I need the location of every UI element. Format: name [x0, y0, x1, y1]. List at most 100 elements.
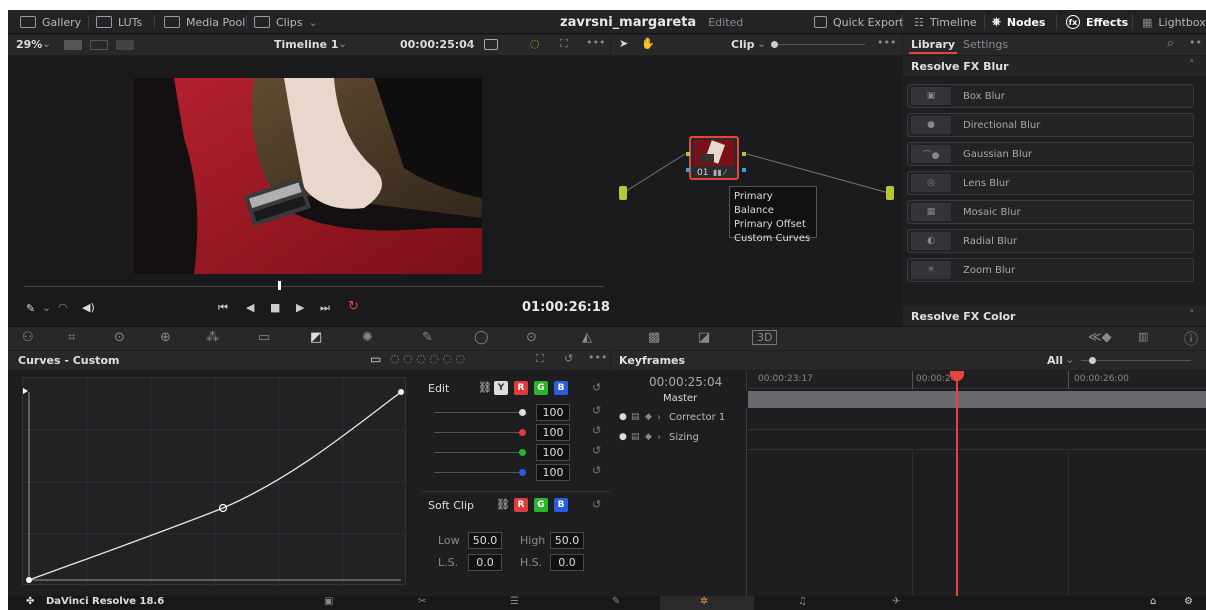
custom-curve-icon[interactable]: ▭ — [370, 352, 381, 366]
corrector-node[interactable]: 01 ▮▮ ⁄ — [689, 136, 739, 180]
node-alpha-out[interactable] — [742, 168, 746, 172]
g-intensity-slider[interactable] — [434, 452, 524, 453]
y-intensity-field[interactable]: 100 — [536, 404, 570, 421]
node-rgb-out[interactable] — [742, 152, 746, 156]
fx-box-blur[interactable]: ▣ Box Blur — [907, 84, 1194, 108]
curve-graph[interactable] — [22, 377, 407, 586]
ls-field[interactable]: 0.0 — [468, 554, 502, 571]
filter-chevron-icon[interactable]: ⌄ — [1065, 353, 1074, 366]
corrector-track[interactable]: ● ▤ ◆ › Corrector 1 — [611, 410, 747, 428]
window-icon[interactable]: ◯ — [474, 330, 489, 345]
fx-gaussian-blur[interactable]: ⌒● Gaussian Blur — [907, 142, 1194, 166]
split-viewer-icon[interactable] — [90, 40, 108, 50]
g-channel-button[interactable]: G — [534, 381, 548, 395]
settings-gear-icon[interactable]: ⚙ — [1184, 596, 1193, 607]
fx-mosaic-blur[interactable]: ▦ Mosaic Blur — [907, 200, 1194, 224]
y-intensity-handle[interactable] — [519, 409, 526, 416]
b-reset-icon[interactable]: ↺ — [592, 464, 601, 477]
tracker-icon[interactable]: ⊙ — [526, 330, 537, 345]
go-to-end-icon[interactable]: ⏭ — [320, 301, 330, 315]
node-input-port[interactable] — [619, 186, 627, 200]
curve-reset-icon[interactable]: ↺ — [564, 352, 573, 365]
deliver-page-icon[interactable]: ✈ — [892, 596, 900, 607]
r-intensity-field[interactable]: 100 — [536, 424, 570, 441]
fusion-page-icon[interactable]: ✎ — [612, 596, 620, 607]
curve-more-icon[interactable]: ••• — [588, 351, 607, 364]
r-intensity-slider[interactable] — [434, 432, 524, 433]
zoom-chevron-icon[interactable]: ⌄ — [42, 37, 51, 50]
track-expand-icon[interactable]: › — [657, 412, 661, 423]
eyedropper-icon[interactable]: ✎ — [26, 302, 35, 315]
stop-icon[interactable]: ■ — [270, 301, 280, 314]
track-keyframe-icon[interactable]: ◆ — [645, 432, 652, 442]
curves-icon[interactable]: ◩ — [310, 330, 322, 345]
edit-reset-icon[interactable]: ↺ — [592, 381, 601, 394]
color-section-header[interactable]: Resolve FX Color ˄ — [903, 306, 1206, 326]
highlight-icon[interactable]: ◠ — [58, 301, 68, 314]
timeline-name[interactable]: Timeline 1 — [274, 38, 339, 51]
single-viewer-icon[interactable] — [64, 40, 82, 50]
fx-lens-blur[interactable]: ◎ Lens Blur — [907, 171, 1194, 195]
key-icon[interactable]: ◪ — [698, 330, 710, 345]
play-icon[interactable]: ▶ — [296, 301, 304, 314]
color-page-button[interactable]: ✲ — [660, 596, 754, 610]
fairlight-page-icon[interactable]: ♫ — [798, 596, 807, 607]
gallery-button[interactable]: Gallery — [20, 10, 81, 34]
fx-radial-blur[interactable]: ◐ Radial Blur — [907, 229, 1194, 253]
node-alpha-in[interactable] — [686, 168, 690, 172]
y-intensity-slider[interactable] — [434, 412, 524, 413]
search-icon[interactable]: ⌕ — [1167, 36, 1174, 51]
clips-button[interactable]: Clips ⌄ — [254, 10, 318, 34]
node-more-icon[interactable]: ••• — [877, 36, 896, 49]
clip-mode-chevron-icon[interactable]: ⌄ — [757, 37, 766, 50]
fullscreen-icon[interactable]: ⛶ — [560, 37, 568, 51]
gallery-still-icon[interactable]: ◌ — [530, 37, 540, 50]
collapse-color-icon[interactable]: ˄ — [1189, 308, 1195, 321]
master-track-label[interactable]: Master — [611, 391, 747, 408]
3d-icon[interactable]: 3D — [752, 330, 778, 345]
track-expand-icon[interactable]: › — [657, 432, 661, 443]
track-visibility-icon[interactable]: ● — [619, 432, 627, 442]
soft-clip-b-button[interactable]: B — [554, 498, 568, 512]
sizing-track[interactable]: ● ▤ ◆ › Sizing — [611, 430, 747, 448]
luts-button[interactable]: LUTs — [96, 10, 142, 34]
keyframe-zoom-slider[interactable] — [1081, 360, 1191, 361]
hue-vs-hue-icon[interactable]: ◌ ◌ ◌ ◌ ◌ ◌ — [390, 352, 465, 365]
fx-directional-blur[interactable]: ● Directional Blur — [907, 113, 1194, 137]
blur-section-header[interactable]: Resolve FX Blur ˄ — [903, 56, 1206, 76]
timeline-toggle[interactable]: ☷ Timeline — [914, 10, 977, 34]
curve-expand-icon[interactable]: ⛶ — [536, 352, 544, 366]
link-icon[interactable]: ⛓ — [478, 381, 492, 394]
scrubber-track[interactable] — [24, 286, 604, 287]
hdr-wheels-icon[interactable]: ⊕ — [160, 330, 171, 345]
nodes-toggle[interactable]: ⎈ Nodes — [992, 10, 1045, 34]
qualifier-icon[interactable]: ✎ — [422, 330, 433, 345]
y-channel-button[interactable]: Y — [494, 381, 508, 395]
high-field[interactable]: 50.0 — [550, 532, 584, 549]
node-zoom-slider[interactable] — [775, 44, 865, 45]
scopes-icon[interactable]: ▥ — [1138, 330, 1148, 343]
color-warper-icon[interactable]: ✺ — [362, 330, 373, 345]
magic-mask-icon[interactable]: ◭ — [582, 330, 592, 345]
video-frame[interactable] — [134, 78, 482, 274]
timecode-chevron-icon[interactable]: ⌄ — [466, 37, 475, 50]
fx-zoom-blur[interactable]: ✳ Zoom Blur — [907, 258, 1194, 282]
hs-field[interactable]: 0.0 — [550, 554, 584, 571]
node-output-port[interactable] — [886, 186, 894, 200]
collapse-icon[interactable]: ˄ — [1189, 58, 1195, 71]
library-more-icon[interactable]: •• — [1189, 36, 1202, 49]
keyframes-filter[interactable]: All — [1047, 354, 1063, 367]
sizing-icon[interactable]: ≪◆ — [1088, 330, 1112, 345]
motion-effects-icon[interactable]: ▭ — [258, 330, 270, 345]
zoom-level[interactable]: 29% — [16, 38, 42, 51]
y-reset-icon[interactable]: ↺ — [592, 404, 601, 417]
track-visibility-icon[interactable]: ● — [619, 412, 627, 422]
track-lock-icon[interactable]: ▤ — [631, 412, 640, 422]
node-editor[interactable]: 01 ▮▮ ⁄ Primary Balance Primary Offset C… — [611, 56, 902, 326]
track-keyframe-icon[interactable]: ◆ — [645, 412, 652, 422]
home-icon[interactable]: ⌂ — [1150, 596, 1156, 607]
color-wheels-icon[interactable]: ⊙ — [114, 330, 125, 345]
track-lock-icon[interactable]: ▤ — [631, 432, 640, 442]
g-reset-icon[interactable]: ↺ — [592, 444, 601, 457]
edit-page-icon[interactable]: ☰ — [510, 596, 519, 607]
